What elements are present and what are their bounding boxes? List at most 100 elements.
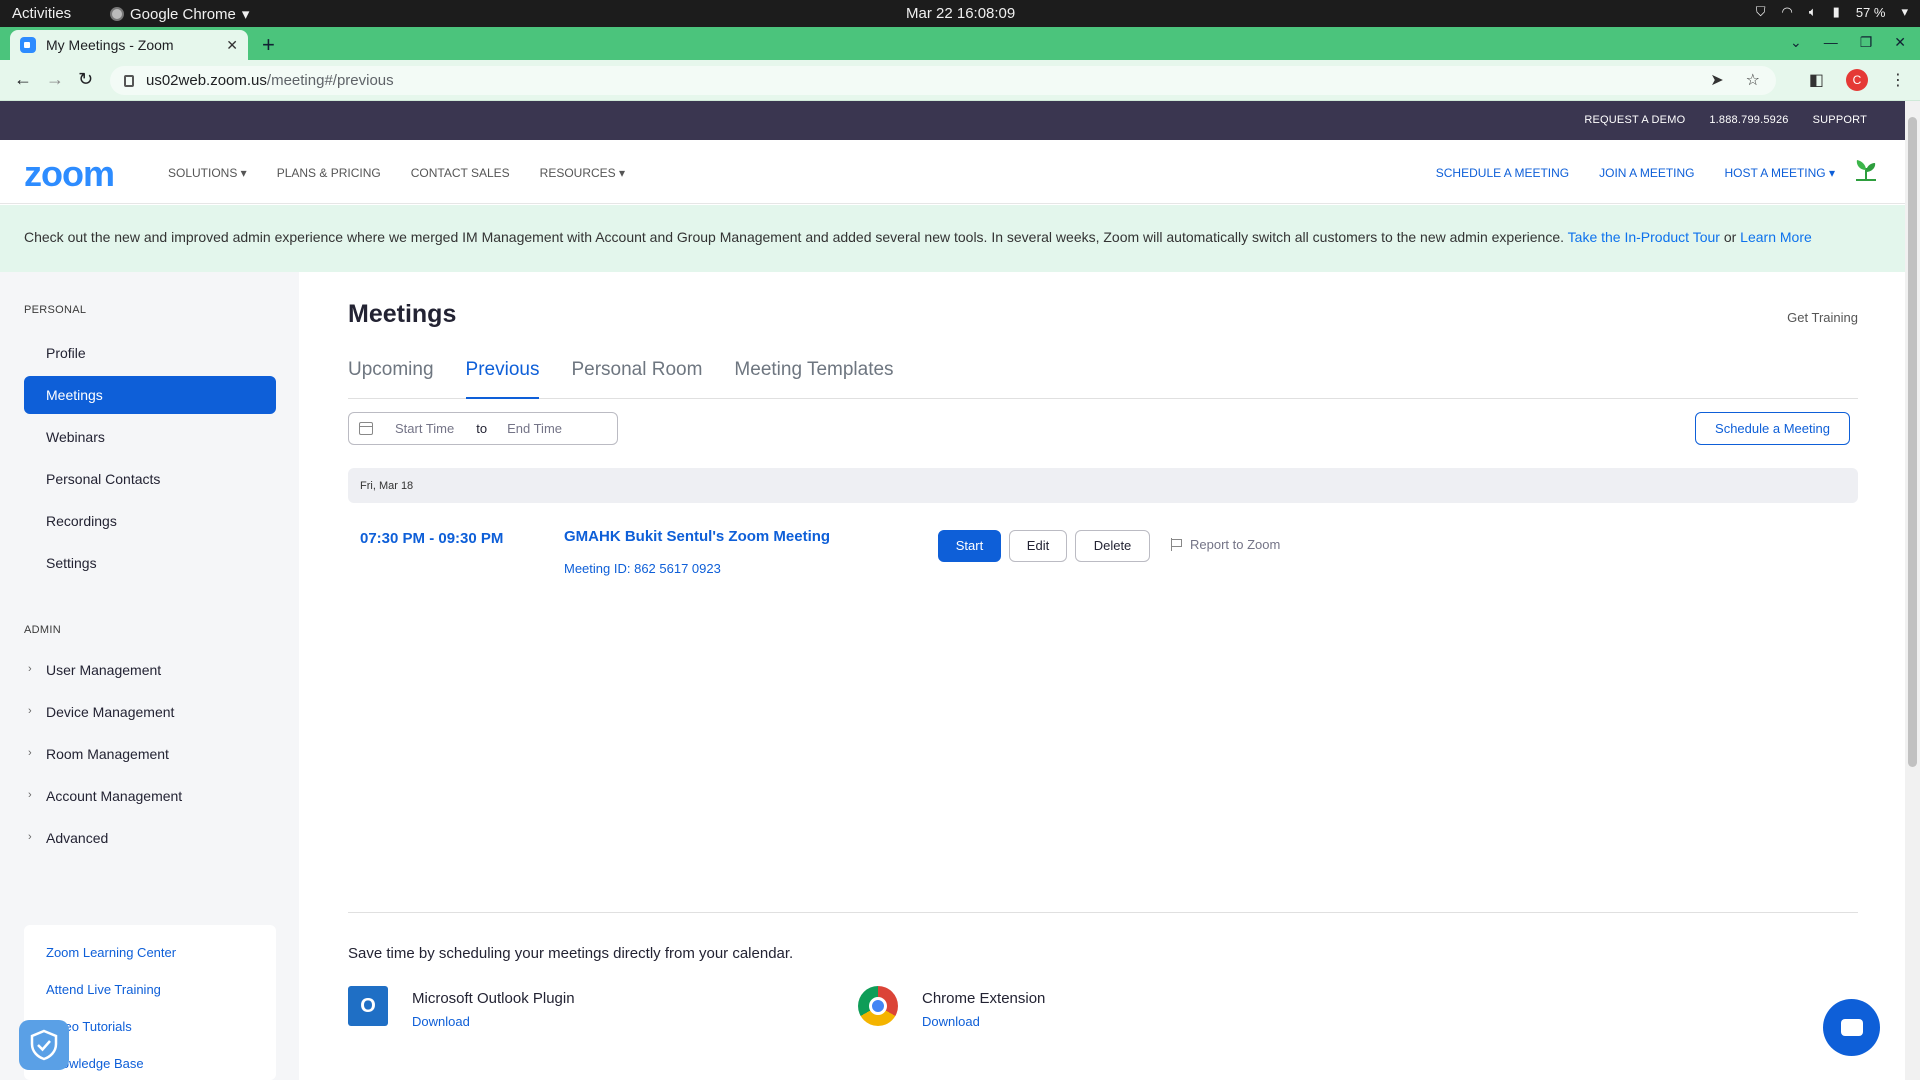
- side-panel-icon[interactable]: ◧: [1809, 70, 1824, 90]
- delete-button[interactable]: Delete: [1075, 530, 1150, 562]
- browser-tab-strip: My Meetings - Zoom ✕ + ⌄ — ❐ ✕: [0, 27, 1920, 60]
- sidebar-item-webinars[interactable]: Webinars: [24, 418, 276, 456]
- bookmark-star-icon[interactable]: ☆: [1746, 70, 1760, 90]
- sidebar: PERSONAL Profile Meetings Webinars Perso…: [0, 272, 299, 1080]
- zoom-main-nav: zoom SOLUTIONS ▾ PLANS & PRICING CONTACT…: [0, 140, 1905, 204]
- meeting-tabs: Upcoming Previous Personal Room Meeting …: [348, 359, 1858, 399]
- sidebar-item-meetings[interactable]: Meetings: [24, 376, 276, 414]
- in-product-tour-link[interactable]: Take the In-Product Tour: [1568, 229, 1720, 245]
- restore-icon[interactable]: ❐: [1860, 34, 1873, 51]
- report-to-zoom-link[interactable]: Report to Zoom: [1171, 537, 1280, 552]
- knowledge-base-link[interactable]: Knowledge Base: [46, 1056, 276, 1080]
- chrome-download-link[interactable]: Download: [922, 1014, 980, 1029]
- phone-number[interactable]: 1.888.799.5926: [1709, 114, 1788, 126]
- calendar-prompt: Save time by scheduling your meetings di…: [348, 945, 794, 962]
- chrome-extension: Chrome Extension Download: [858, 986, 1258, 1036]
- system-tray[interactable]: ⛉ ◠ 🔈︎ ▮ 57 % ▾: [1756, 4, 1908, 20]
- zoom-learning-center-link[interactable]: Zoom Learning Center: [46, 945, 276, 982]
- close-window-icon[interactable]: ✕: [1894, 34, 1906, 51]
- sidebar-item-recordings[interactable]: Recordings: [24, 502, 276, 540]
- page-scrollbar[interactable]: [1905, 101, 1920, 1080]
- sidebar-item-device-management[interactable]: › Device Management: [24, 697, 276, 727]
- nav-schedule-meeting[interactable]: SCHEDULE A MEETING: [1436, 166, 1569, 180]
- nav-join-meeting[interactable]: JOIN A MEETING: [1599, 166, 1694, 180]
- attend-live-training-link[interactable]: Attend Live Training: [46, 982, 276, 1019]
- nav-plans-pricing[interactable]: PLANS & PRICING: [277, 166, 381, 180]
- security-shield-icon[interactable]: [19, 1020, 69, 1070]
- start-button[interactable]: Start: [938, 530, 1001, 562]
- nav-right-menu: SCHEDULE A MEETING JOIN A MEETING HOST A…: [1436, 166, 1835, 180]
- reload-icon[interactable]: ↻: [78, 69, 93, 90]
- profile-avatar[interactable]: C: [1846, 69, 1868, 91]
- sidebar-item-room-management[interactable]: › Room Management: [24, 739, 276, 769]
- sidebar-section-personal: PERSONAL: [24, 304, 87, 316]
- nav-contact-sales[interactable]: CONTACT SALES: [411, 166, 510, 180]
- volume-icon: 🔈︎: [1808, 4, 1817, 19]
- activities-button[interactable]: Activities: [12, 5, 71, 22]
- tab-personal-room[interactable]: Personal Room: [571, 359, 702, 399]
- nav-host-meeting[interactable]: HOST A MEETING ▾: [1725, 166, 1836, 180]
- video-tutorials-link[interactable]: Video Tutorials: [46, 1019, 276, 1056]
- support-link[interactable]: SUPPORT: [1813, 114, 1867, 126]
- nav-solutions[interactable]: SOLUTIONS ▾: [168, 166, 247, 180]
- sidebar-item-settings[interactable]: Settings: [24, 544, 276, 582]
- sidebar-item-personal-contacts[interactable]: Personal Contacts: [24, 460, 276, 498]
- clock[interactable]: Mar 22 16:08:09: [906, 5, 1015, 22]
- chrome-icon: [110, 7, 124, 21]
- account-avatar-leaf-icon[interactable]: [1853, 158, 1879, 182]
- outlook-download-link[interactable]: Download: [412, 1014, 470, 1029]
- back-arrow-icon[interactable]: ←: [14, 69, 32, 90]
- tab-previous[interactable]: Previous: [465, 359, 540, 399]
- nav-left-menu: SOLUTIONS ▾ PLANS & PRICING CONTACT SALE…: [168, 166, 625, 180]
- tab-meeting-templates[interactable]: Meeting Templates: [734, 359, 893, 399]
- end-time-input[interactable]: End Time: [507, 421, 562, 436]
- day-group-header: Fri, Mar 18: [348, 468, 1858, 503]
- more-menu-icon[interactable]: ⋮: [1890, 70, 1906, 90]
- report-label: Report to Zoom: [1190, 537, 1281, 552]
- sidebar-item-label: User Management: [46, 662, 162, 678]
- start-time-input[interactable]: Start Time: [395, 421, 454, 436]
- sidebar-item-profile[interactable]: Profile: [24, 334, 276, 372]
- sidebar-item-advanced[interactable]: › Advanced: [24, 823, 276, 853]
- battery-icon: ▮: [1832, 4, 1840, 19]
- sidebar-item-label: Room Management: [46, 746, 169, 762]
- wifi-icon: ◠: [1781, 4, 1793, 19]
- battery-level: 57 %: [1855, 4, 1886, 20]
- schedule-meeting-button[interactable]: Schedule a Meeting: [1695, 412, 1850, 445]
- lock-icon[interactable]: [124, 74, 134, 87]
- send-icon[interactable]: ➤: [1710, 70, 1723, 90]
- browser-tab[interactable]: My Meetings - Zoom ✕: [10, 30, 248, 60]
- chevron-right-icon: ›: [28, 831, 32, 843]
- address-bar-row: ← → ↻ us02web.zoom.us /meeting#/previous…: [0, 60, 1920, 101]
- url-bar[interactable]: us02web.zoom.us /meeting#/previous ➤ ☆: [110, 66, 1776, 95]
- shield-check-icon: [30, 1029, 58, 1061]
- date-range-picker[interactable]: Start Time to End Time: [348, 412, 618, 445]
- zoom-utility-bar: REQUEST A DEMO 1.888.799.5926 SUPPORT: [0, 101, 1905, 140]
- zoom-logo[interactable]: zoom: [24, 153, 115, 195]
- tab-search-icon[interactable]: ⌄: [1790, 34, 1802, 51]
- close-icon[interactable]: ✕: [226, 37, 238, 54]
- meeting-title-link[interactable]: GMAHK Bukit Sentul's Zoom Meeting: [564, 528, 830, 545]
- chat-button[interactable]: [1823, 999, 1880, 1056]
- request-demo-link[interactable]: REQUEST A DEMO: [1584, 114, 1685, 126]
- learn-more-link[interactable]: Learn More: [1740, 229, 1812, 245]
- app-menu[interactable]: Google Chrome ▾: [110, 5, 249, 23]
- calendar-icon: [359, 422, 373, 435]
- get-training-link[interactable]: Get Training: [1787, 310, 1858, 325]
- plugin-name: Chrome Extension: [922, 990, 1046, 1007]
- new-tab-button[interactable]: +: [262, 32, 275, 58]
- edit-button[interactable]: Edit: [1009, 530, 1067, 562]
- chevron-right-icon: ›: [28, 789, 32, 801]
- scrollbar-thumb[interactable]: [1908, 117, 1917, 767]
- forward-arrow-icon[interactable]: →: [46, 69, 64, 90]
- outlook-plugin: O Microsoft Outlook Plugin Download: [348, 986, 748, 1036]
- tab-upcoming[interactable]: Upcoming: [348, 359, 434, 399]
- meeting-id[interactable]: Meeting ID: 862 5617 0923: [564, 561, 721, 576]
- chevron-right-icon: ›: [28, 705, 32, 717]
- sidebar-item-user-management[interactable]: › User Management: [24, 655, 276, 685]
- chevron-right-icon: ›: [28, 747, 32, 759]
- minimize-icon[interactable]: —: [1824, 34, 1838, 51]
- nav-resources[interactable]: RESOURCES ▾: [540, 166, 625, 180]
- tab-title: My Meetings - Zoom: [46, 37, 174, 53]
- sidebar-item-account-management[interactable]: › Account Management: [24, 781, 276, 811]
